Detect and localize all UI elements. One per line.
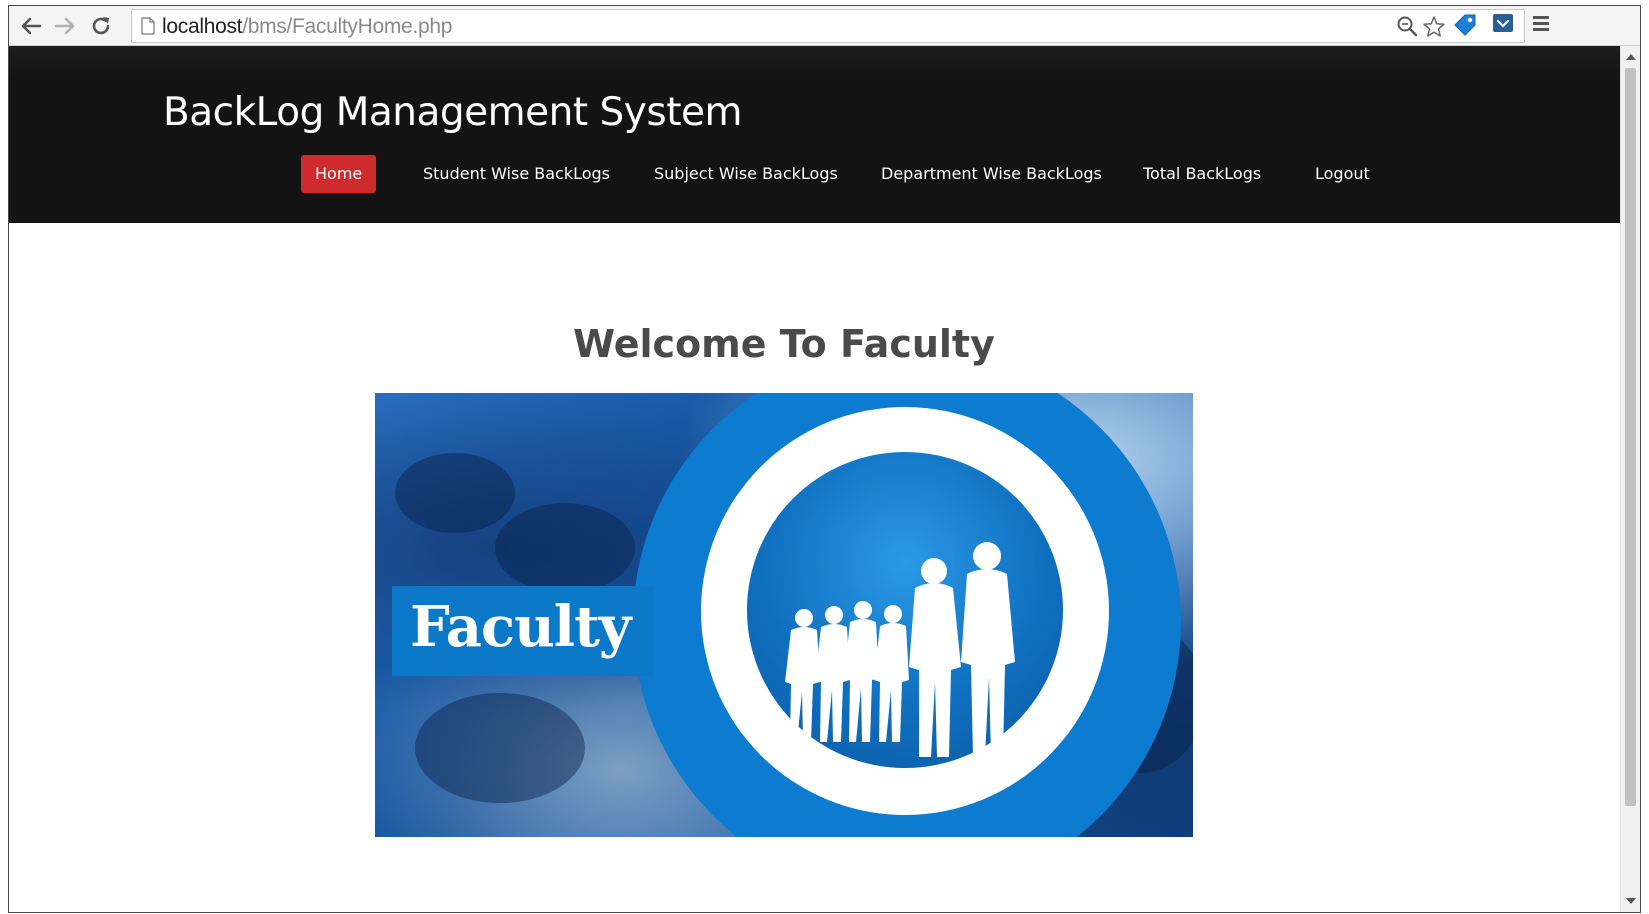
vertical-scrollbar[interactable] [1620, 46, 1640, 912]
pocket-extension-icon[interactable] [1492, 12, 1514, 34]
forward-arrow-icon [54, 17, 75, 35]
banner-label-text: Faculty [410, 594, 631, 660]
welcome-heading: Welcome To Faculty [573, 322, 995, 366]
main-nav: Home Student Wise BackLogs Subject Wise … [9, 155, 1622, 193]
nav-department-wise-backlogs[interactable]: Department Wise BackLogs [881, 155, 1102, 193]
extension-tag-icon[interactable] [1452, 12, 1478, 38]
forward-button[interactable] [51, 12, 79, 40]
crowd-blur [495, 503, 635, 593]
back-arrow-icon [21, 17, 42, 35]
nav-subject-wise-backlogs[interactable]: Subject Wise BackLogs [654, 155, 838, 193]
crowd-blur [395, 453, 515, 533]
page-icon [141, 17, 155, 35]
nav-total-backlogs[interactable]: Total BackLogs [1143, 155, 1261, 193]
zoom-icon[interactable] [1396, 15, 1418, 37]
browser-toolbar: localhost/bms/FacultyHome.php [9, 6, 1640, 46]
nav-student-wise-backlogs[interactable]: Student Wise BackLogs [423, 155, 610, 193]
browser-window: localhost/bms/FacultyHome.php BackLog Ma… [8, 5, 1641, 913]
back-button[interactable] [17, 12, 45, 40]
page-viewport: BackLog Management System Home Student W… [9, 46, 1622, 912]
banner-label-box: Faculty [392, 586, 654, 676]
url-text: localhost/bms/FacultyHome.php [162, 15, 452, 39]
site-title: BackLog Management System [163, 90, 742, 135]
url-path: /bms/FacultyHome.php [242, 15, 453, 38]
crowd-blur [415, 693, 585, 803]
people-silhouette-icon [785, 542, 1015, 757]
bookmark-star-icon[interactable] [1422, 15, 1446, 39]
menu-hamburger-icon[interactable] [1531, 12, 1551, 34]
site-header: BackLog Management System Home Student W… [9, 46, 1622, 223]
reload-button[interactable] [87, 12, 115, 40]
nav-logout[interactable]: Logout [1315, 155, 1370, 193]
scroll-up-arrow-icon[interactable] [1626, 54, 1636, 60]
scroll-thumb[interactable] [1625, 68, 1636, 806]
reload-icon [92, 17, 110, 35]
nav-home[interactable]: Home [301, 155, 377, 193]
scroll-down-arrow-icon[interactable] [1626, 898, 1636, 904]
address-bar[interactable]: localhost/bms/FacultyHome.php [131, 9, 1525, 43]
faculty-banner-image: Faculty [375, 393, 1193, 837]
url-host: localhost [162, 15, 243, 38]
